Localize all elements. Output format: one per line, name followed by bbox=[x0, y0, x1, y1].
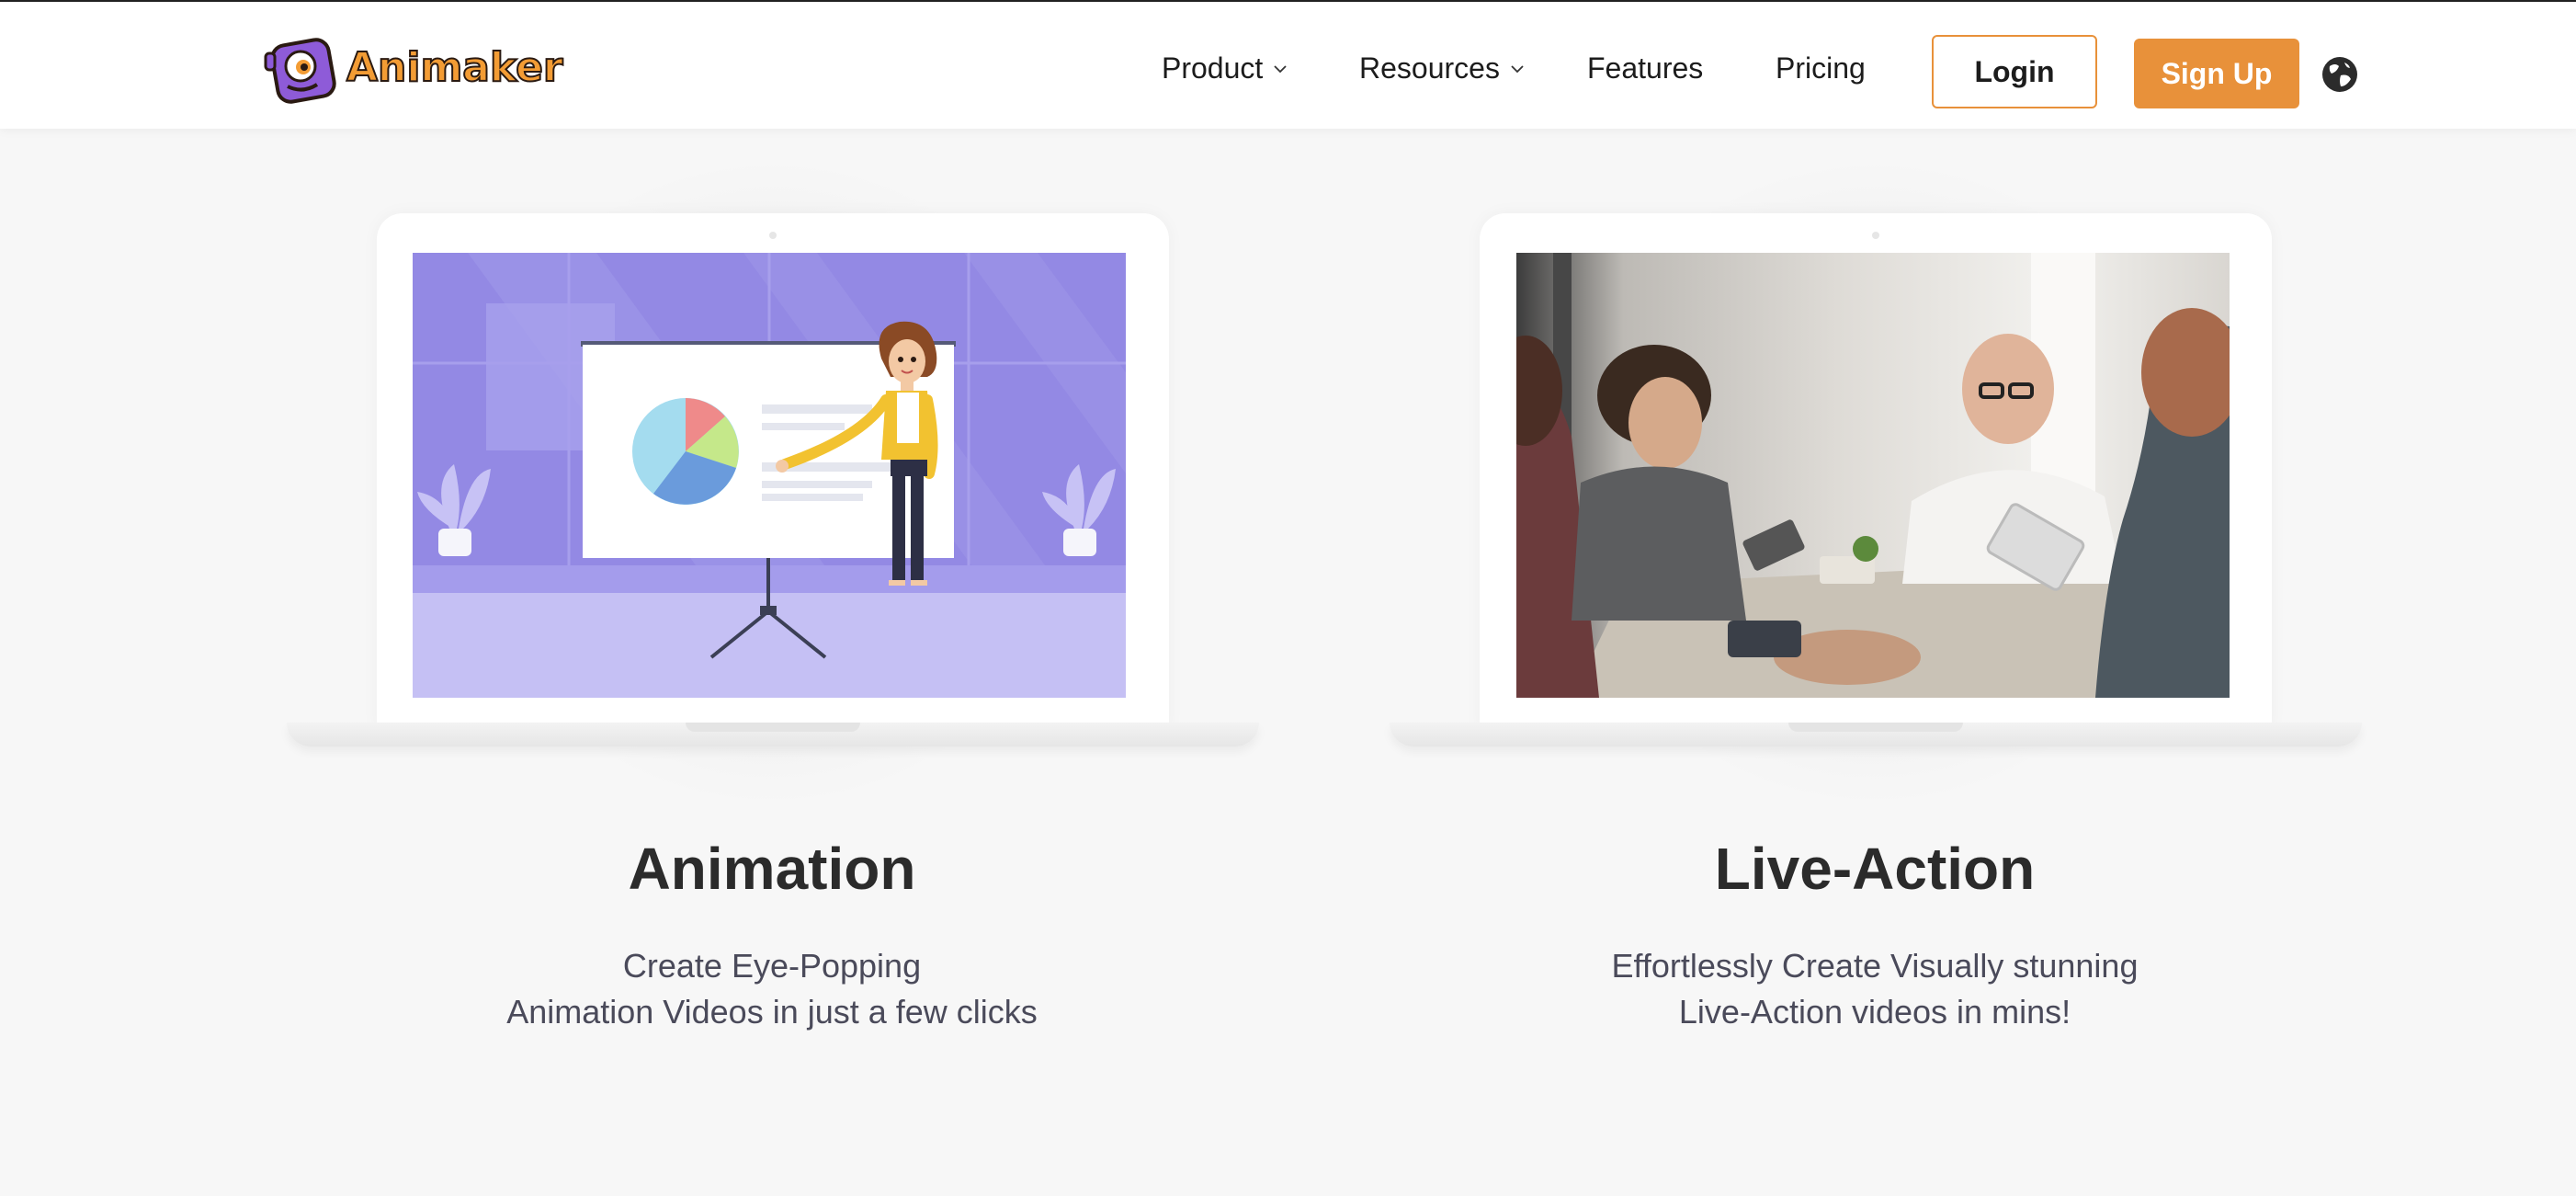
animation-desc-line2: Animation Videos in just a few clicks bbox=[506, 993, 1038, 1031]
nav-resources-label: Resources bbox=[1359, 51, 1500, 85]
live-action-card-description: Effortlessly Create Visually stunning Li… bbox=[1461, 943, 2288, 1035]
laptop-camera bbox=[1872, 232, 1879, 239]
nav-resources[interactable]: Resources bbox=[1359, 51, 1526, 85]
animation-preview[interactable] bbox=[413, 253, 1126, 698]
nav-pricing[interactable]: Pricing bbox=[1776, 51, 1866, 85]
animation-scene-illustration bbox=[413, 253, 1126, 698]
signup-button[interactable]: Sign Up bbox=[2134, 39, 2299, 108]
chevron-down-icon bbox=[1274, 64, 1287, 73]
logo-wordmark: Animaker bbox=[346, 43, 564, 92]
live-action-desc-line1: Effortlessly Create Visually stunning bbox=[1611, 947, 2139, 985]
animation-desc-line1: Create Eye-Popping bbox=[622, 947, 922, 985]
nav-features-label: Features bbox=[1587, 51, 1704, 85]
animaker-logo[interactable]: Animaker bbox=[262, 33, 564, 110]
animation-card-title: Animation bbox=[628, 836, 916, 902]
laptop-notch bbox=[1788, 723, 1963, 732]
mascot-icon bbox=[264, 38, 336, 104]
site-header: Animaker Product Resources Features Pric… bbox=[0, 2, 2576, 129]
laptop-camera bbox=[769, 232, 777, 239]
live-action-desc-line2: Live-Action videos in mins! bbox=[1678, 993, 2071, 1031]
nav-features[interactable]: Features bbox=[1587, 51, 1703, 85]
laptop-notch bbox=[686, 723, 860, 732]
nav-product-label: Product bbox=[1162, 51, 1264, 85]
live-action-card-title: Live-Action bbox=[1714, 836, 2036, 902]
live-action-preview[interactable] bbox=[1516, 253, 2230, 698]
live-action-laptop-base bbox=[1390, 723, 2362, 746]
chevron-down-icon bbox=[1511, 64, 1524, 73]
animation-laptop-base bbox=[287, 723, 1259, 746]
meeting-photo bbox=[1516, 253, 2230, 698]
nav-pricing-label: Pricing bbox=[1776, 51, 1866, 85]
globe-icon[interactable] bbox=[2321, 55, 2359, 94]
nav-product[interactable]: Product bbox=[1162, 51, 1288, 85]
animation-card-description: Create Eye-Popping Animation Videos in j… bbox=[358, 943, 1186, 1035]
login-button[interactable]: Login bbox=[1932, 35, 2097, 108]
